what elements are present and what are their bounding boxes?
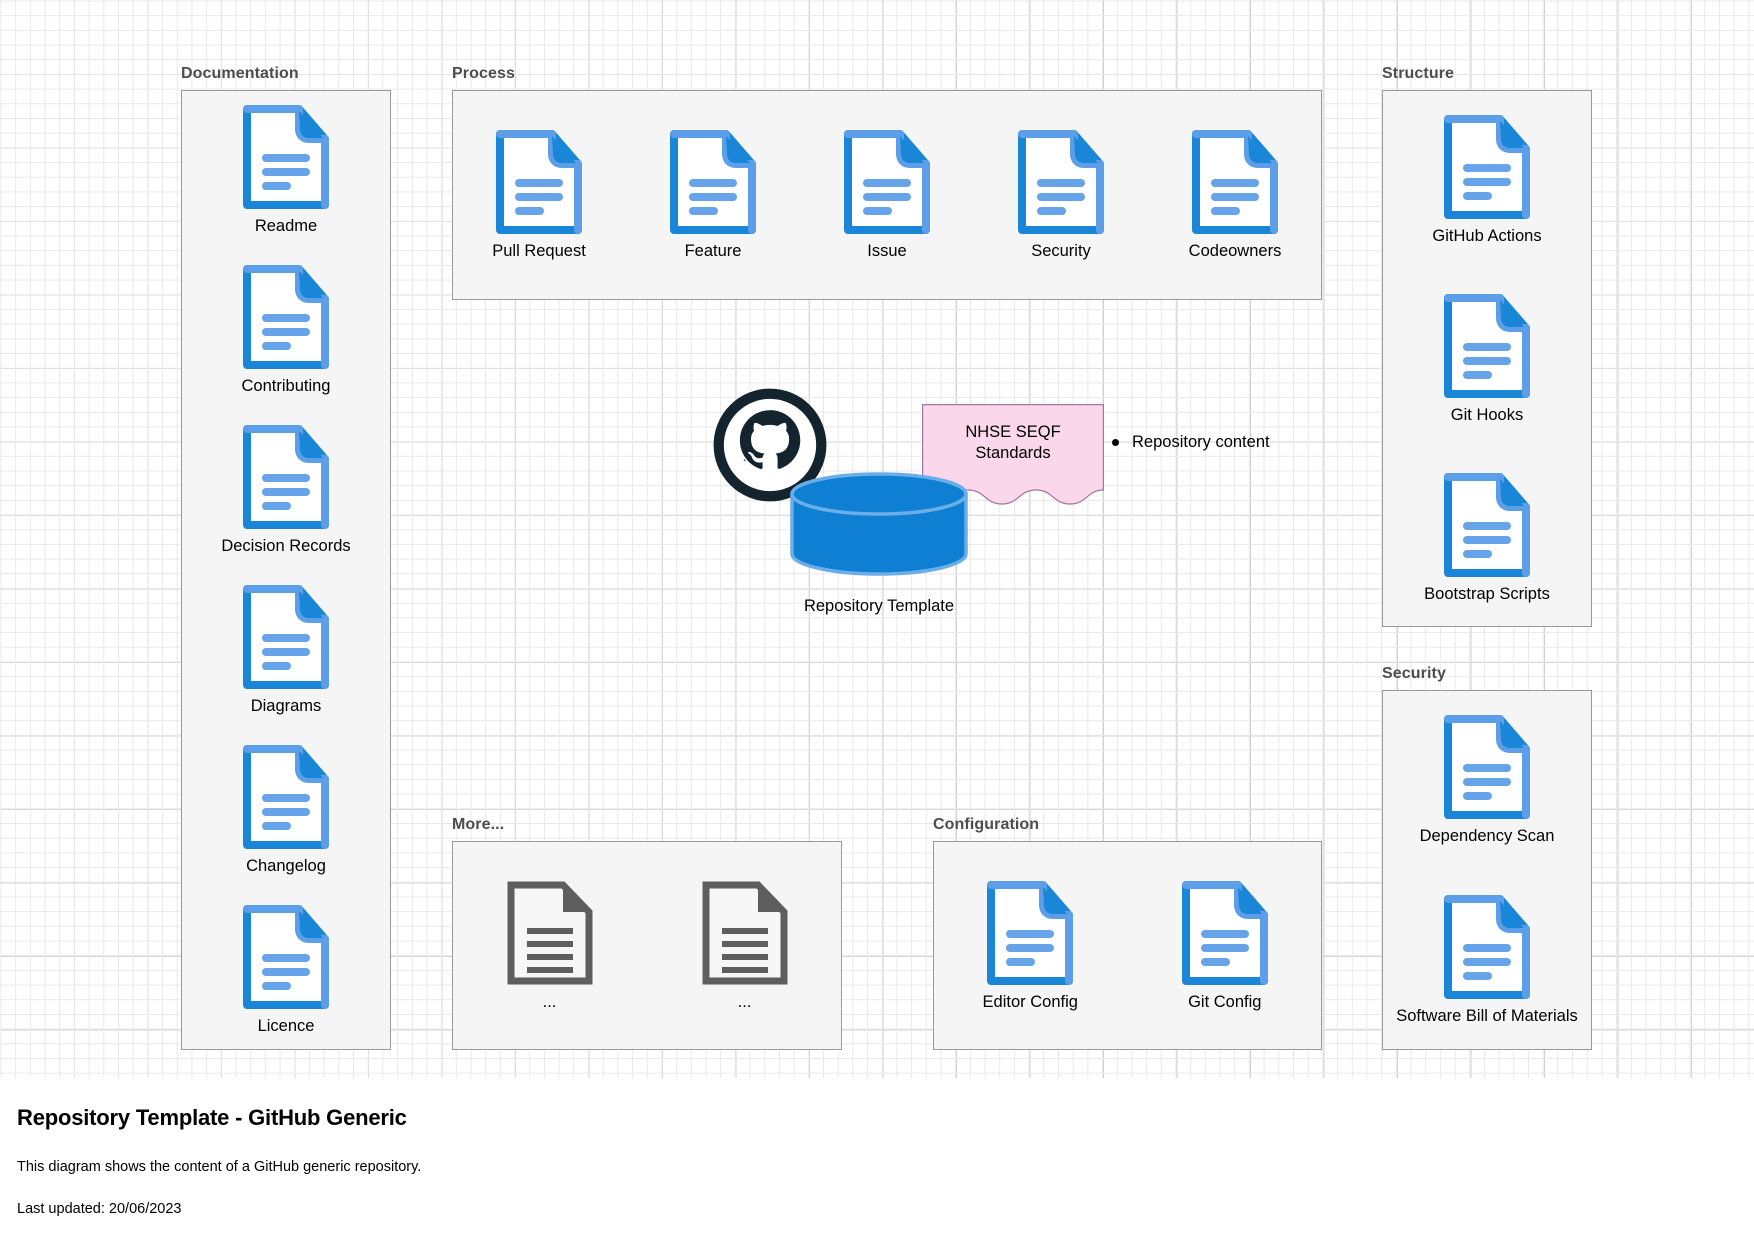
node-label: GitHub Actions	[1432, 226, 1542, 245]
document-icon[interactable]	[507, 881, 593, 985]
node-label: Diagrams	[250, 697, 322, 715]
page-subtitle: This diagram shows the content of a GitH…	[17, 1159, 422, 1175]
document-icon[interactable]	[243, 265, 329, 369]
document-icon[interactable]	[670, 130, 756, 234]
document-icon[interactable]	[1018, 130, 1104, 234]
document-icon[interactable]	[1192, 130, 1278, 234]
node-label: Readme	[254, 217, 318, 235]
last-updated-label: Last updated: 20/06/2023	[17, 1201, 182, 1217]
group-title-documentation: Documentation	[181, 65, 299, 82]
group-title-process: Process	[452, 65, 515, 82]
node-label: Contributing	[241, 377, 331, 395]
node-label: Editor Config	[982, 992, 1078, 1011]
legend: Repository content	[1112, 433, 1270, 452]
note-line-1: NHSE SEQF	[965, 423, 1061, 441]
document-icon[interactable]	[243, 105, 329, 209]
node-label: Dependency Scan	[1419, 827, 1555, 845]
node-label: Bootstrap Scripts	[1424, 584, 1550, 603]
node-label: Changelog	[246, 857, 326, 875]
document-icon[interactable]	[1444, 293, 1530, 398]
document-icon[interactable]	[987, 880, 1074, 985]
document-icon[interactable]	[1444, 895, 1530, 999]
node-label: Issue	[867, 242, 907, 260]
node-label: ...	[737, 992, 752, 1011]
document-icon[interactable]	[496, 130, 582, 234]
group-title-structure: Structure	[1382, 65, 1455, 82]
legend-bullet-icon	[1112, 439, 1119, 446]
footer: Repository Template - GitHub Generic Thi…	[17, 1105, 421, 1217]
group-title-security: Security	[1382, 665, 1446, 682]
document-icon[interactable]	[1444, 472, 1530, 577]
node-label: Codeowners	[1188, 242, 1282, 260]
cylinder-label: Repository Template	[803, 597, 955, 615]
node-label: Git Config	[1188, 992, 1262, 1011]
document-icon[interactable]	[1181, 880, 1268, 985]
document-icon[interactable]	[243, 745, 329, 849]
node-label: Feature	[684, 242, 742, 260]
node-label: Decision Records	[221, 537, 351, 555]
node-label: Pull Request	[492, 242, 586, 260]
diagram-canvas: Documentation Readme Contributing Decisi…	[0, 0, 1754, 1241]
document-icon[interactable]	[1444, 715, 1530, 819]
document-icon[interactable]	[243, 585, 329, 689]
node-label: Software Bill of Materials	[1396, 1007, 1578, 1025]
node-label: Licence	[257, 1017, 315, 1035]
note-text: NHSE SEQF Standards	[922, 422, 1104, 464]
group-title-configuration: Configuration	[933, 816, 1040, 833]
legend-label: Repository content	[1132, 433, 1270, 451]
node-label: ...	[542, 992, 557, 1011]
note-line-2: Standards	[975, 444, 1051, 462]
document-icon[interactable]	[702, 881, 788, 985]
node-label: Git Hooks	[1450, 405, 1524, 424]
document-icon[interactable]	[844, 130, 930, 234]
document-icon[interactable]	[1444, 114, 1530, 219]
document-icon[interactable]	[243, 905, 329, 1009]
document-icon[interactable]	[243, 425, 329, 529]
node-label: Security	[1031, 242, 1091, 260]
group-title-more: More...	[452, 816, 505, 833]
page-title: Repository Template - GitHub Generic	[17, 1105, 407, 1130]
repository-template-cylinder	[790, 472, 968, 576]
